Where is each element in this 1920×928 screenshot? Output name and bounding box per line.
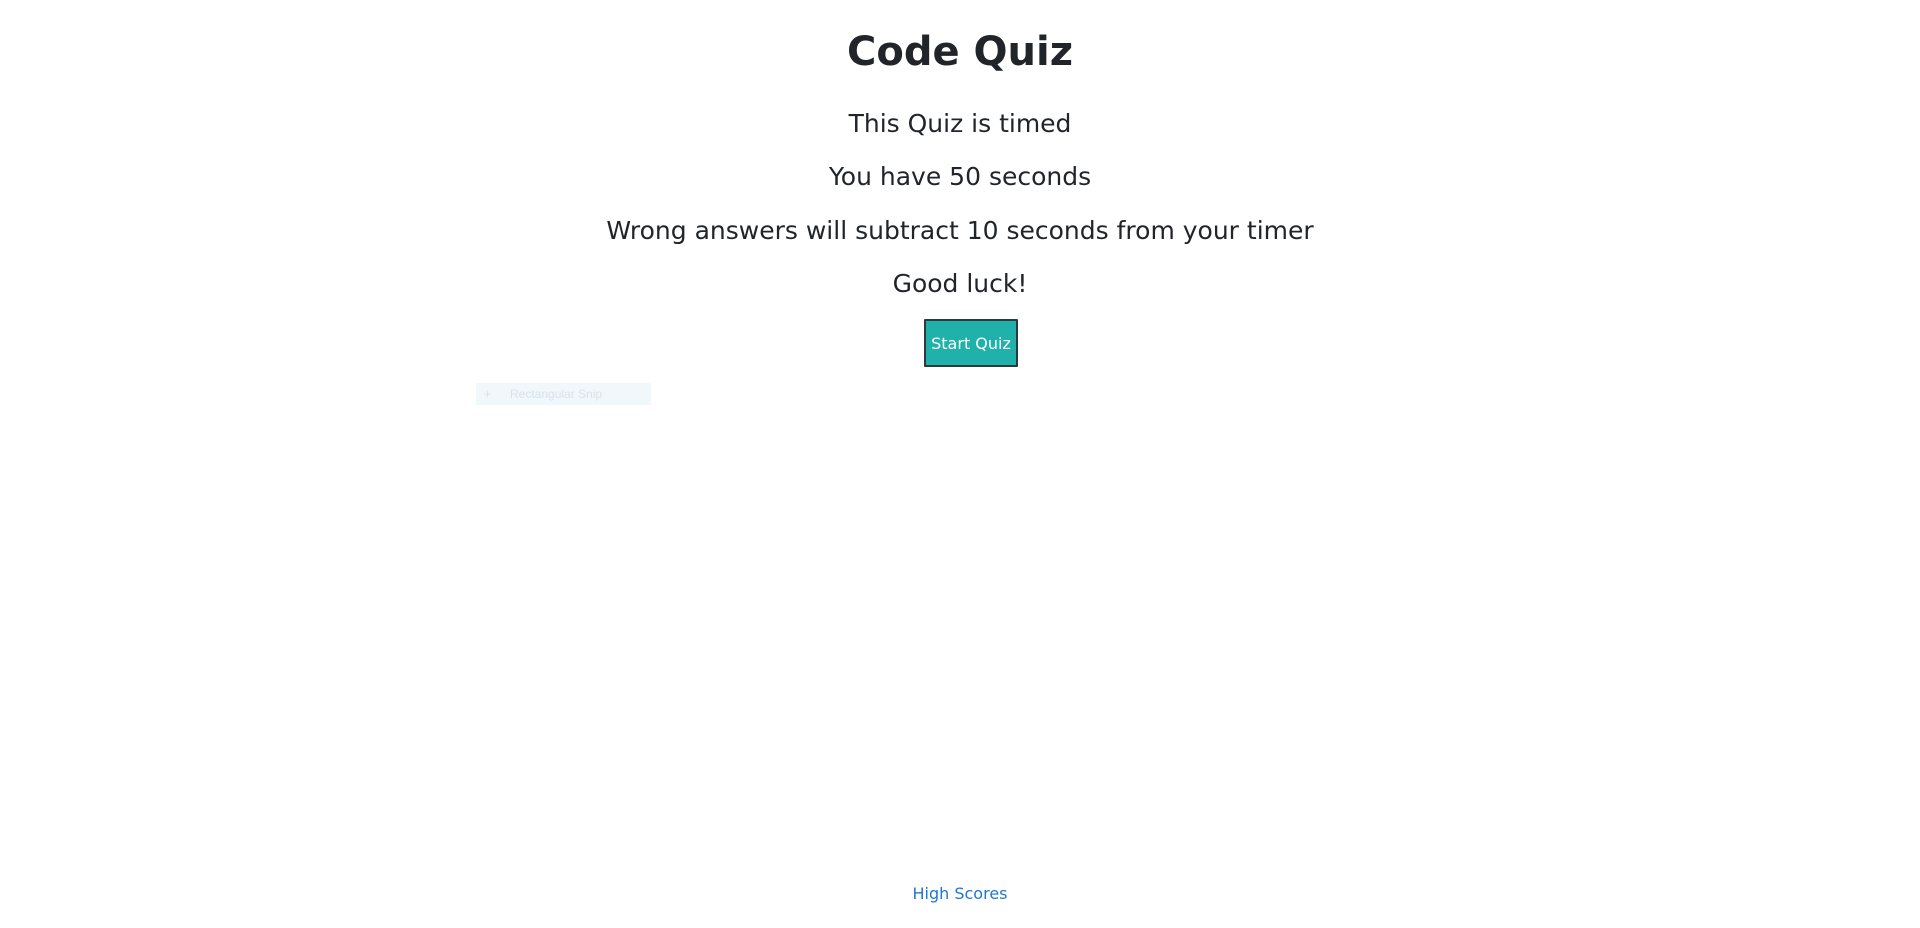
page-title: Code Quiz	[847, 29, 1073, 75]
instruction-penalty: Wrong answers will subtract 10 seconds f…	[606, 216, 1314, 245]
footer: High Scores	[0, 883, 1920, 905]
high-scores-link[interactable]: High Scores	[912, 884, 1007, 903]
quiz-page: Code Quiz This Quiz is timed You have 50…	[0, 0, 1920, 928]
instruction-good-luck: Good luck!	[892, 269, 1028, 298]
snip-label: Rectangular Snip	[510, 387, 603, 401]
plus-icon: +	[484, 387, 492, 401]
instruction-time-limit: You have 50 seconds	[828, 162, 1092, 191]
rectangular-snip-overlay: + Rectangular Snip	[476, 383, 651, 405]
start-quiz-button[interactable]: Start Quiz	[924, 319, 1018, 367]
instruction-timed: This Quiz is timed	[848, 109, 1072, 138]
